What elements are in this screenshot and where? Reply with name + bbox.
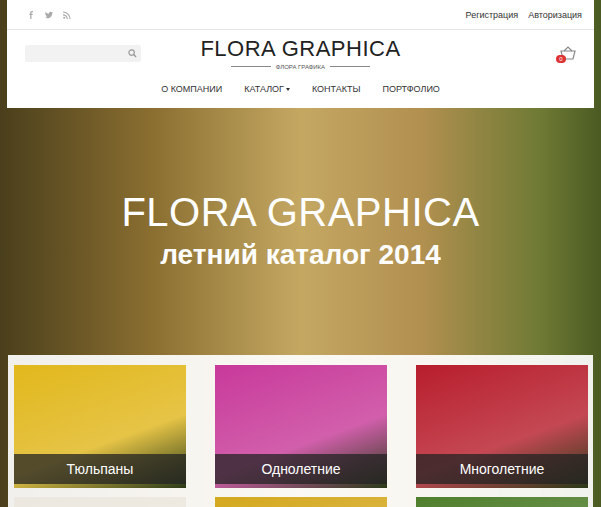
nav-item[interactable]: КАТАЛОГ [244,84,290,94]
top-bar: Регистрация Авторизация [7,0,594,30]
rss-icon[interactable] [63,11,71,19]
cart-count-badge: 0 [556,55,566,63]
nav-item[interactable]: О КОМПАНИИ [161,84,222,94]
social-links [27,11,71,19]
nav-item[interactable]: КОНТАКТЫ [312,84,361,94]
search-field[interactable] [25,45,141,62]
main-nav: О КОМПАНИИ КАТАЛОГ КОНТАКТЫ ПОРТФОЛИО [7,76,594,94]
auth-link[interactable]: Авторизация [528,10,582,20]
category-card[interactable]: Многолетние [416,365,588,488]
logo-subtitle: ФЛОРА ГРАФИКА [231,64,370,70]
hero-subtitle: летний каталог 2014 [160,238,441,272]
cart-button[interactable]: 0 [560,46,576,60]
auth-links: Регистрация Авторизация [466,10,582,20]
logo-title: FLORA GRAPHICA [200,36,400,61]
category-label: Однолетние [215,454,387,484]
facebook-icon[interactable] [27,11,35,19]
hero-photo: Регистрация Авторизация FLORA GRAPHICA ФЛ… [0,0,601,507]
magnifier-icon[interactable] [128,49,137,58]
category-card[interactable] [215,497,387,507]
category-card[interactable]: Однолетние [215,365,387,488]
category-card[interactable] [416,497,588,507]
nav-item[interactable]: ПОРТФОЛИО [382,84,439,94]
twitter-icon[interactable] [45,11,53,19]
hero-title: FLORA GRAPHICA [121,190,479,234]
category-label: Многолетние [416,454,588,484]
category-card[interactable]: Тюльпаны [14,365,186,488]
category-card[interactable] [14,497,186,507]
auth-link[interactable]: Регистрация [466,10,519,20]
category-panel: Тюльпаны Однолетние Многолетние [8,355,593,507]
logo-row: FLORA GRAPHICA ФЛОРА ГРАФИКА 0 [7,30,594,76]
site-header: Регистрация Авторизация FLORA GRAPHICA ФЛ… [7,0,594,108]
category-label: Тюльпаны [14,454,186,484]
dropdown-caret-icon [286,88,290,91]
hero-banner: FLORA GRAPHICA летний каталог 2014 [0,108,601,355]
logo[interactable]: FLORA GRAPHICA ФЛОРА ГРАФИКА [175,36,426,69]
